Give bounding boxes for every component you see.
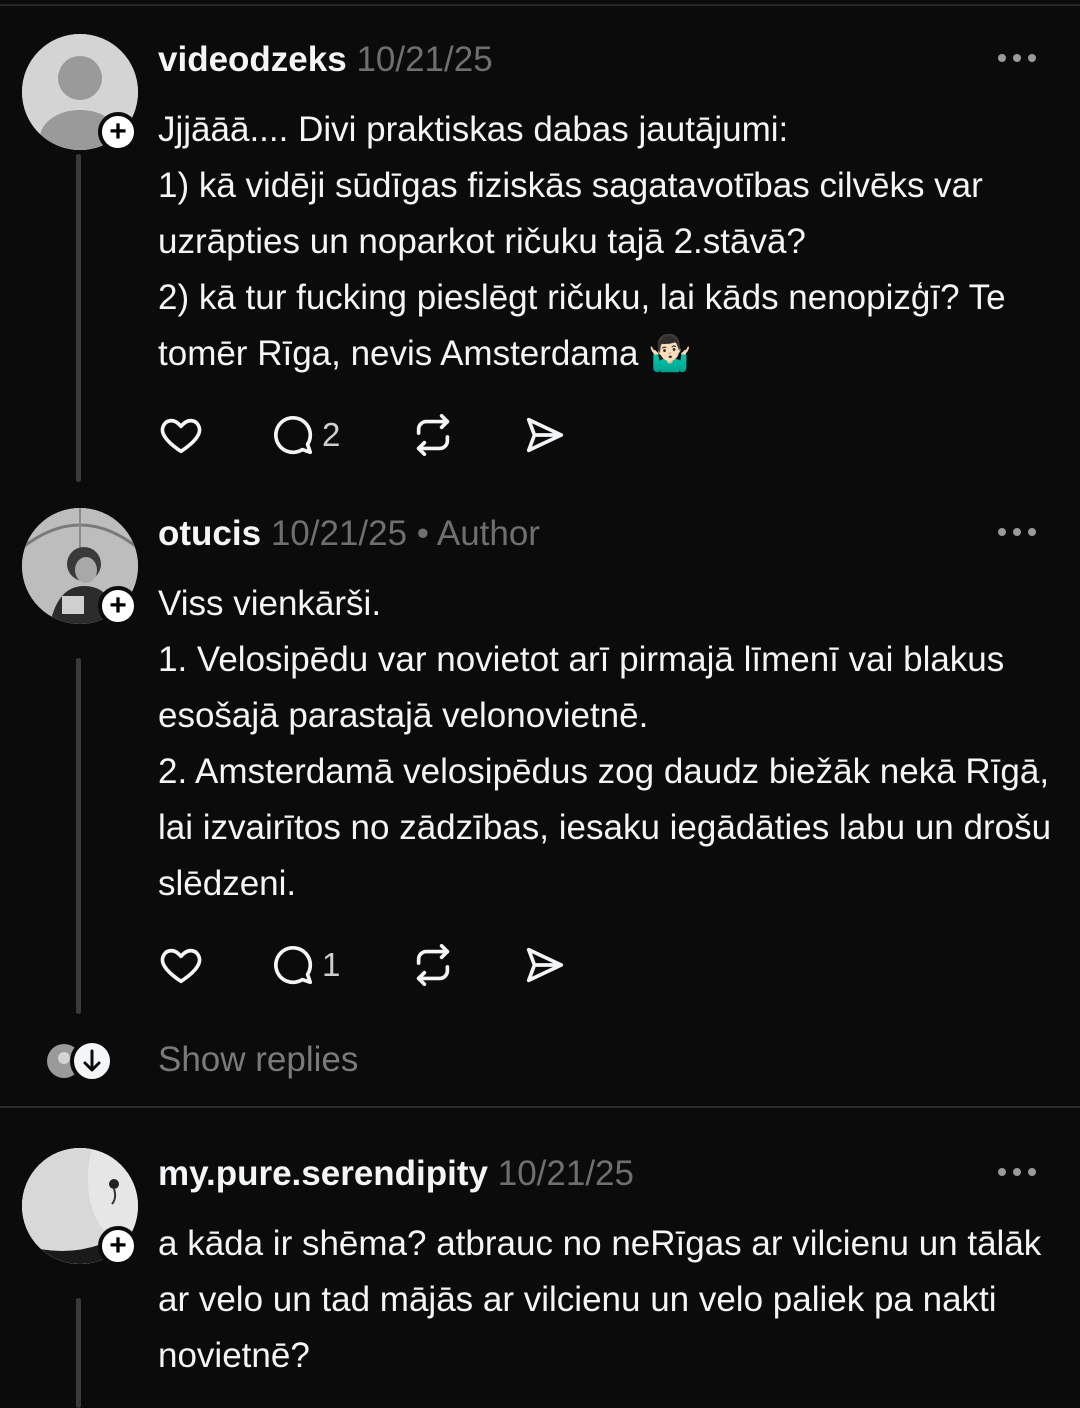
post-text: Viss vienkārši. 1. Velosipēdu var noviet… — [158, 584, 1052, 903]
avatar-3[interactable]: + — [22, 1148, 138, 1266]
share-button[interactable] — [522, 410, 568, 460]
post-date: 10/21/25 — [356, 40, 493, 79]
username[interactable]: my.pure.serendipity — [158, 1154, 488, 1193]
reply-count: 2 — [322, 416, 341, 453]
repost-button[interactable] — [410, 940, 456, 990]
follow-plus-icon[interactable]: + — [98, 586, 138, 626]
more-options-icon[interactable] — [996, 52, 1038, 64]
send-icon — [526, 417, 564, 453]
post-header: videodzeks 10/21/25 — [158, 38, 493, 82]
thread-line — [76, 1298, 81, 1408]
send-icon — [526, 947, 564, 983]
heart-icon — [160, 948, 202, 984]
replies-avatars-icon — [47, 1039, 114, 1083]
username[interactable]: otucis — [158, 514, 261, 553]
top-divider — [0, 4, 1080, 6]
author-tag: • Author — [416, 514, 540, 553]
post-text: Jjjāāā.... Divi praktiskas dabas jautāju… — [158, 110, 1006, 373]
thread-line — [76, 154, 81, 482]
comment-icon — [273, 415, 313, 455]
reply-count: 1 — [322, 946, 341, 983]
share-button[interactable] — [522, 940, 568, 990]
post-date: 10/21/25 — [270, 514, 408, 553]
post-text: a kāda ir shēma? atbrauc no neRīgas ar v… — [158, 1224, 1042, 1375]
like-button[interactable] — [158, 940, 204, 990]
post-date: 10/21/25 — [497, 1154, 634, 1193]
post-header: otucis 10/21/25 • Author — [158, 512, 540, 556]
post-header: my.pure.serendipity 10/21/25 — [158, 1152, 634, 1196]
more-options-icon[interactable] — [996, 526, 1038, 538]
repost-button[interactable] — [410, 410, 456, 460]
heart-icon — [160, 418, 202, 454]
show-replies-row[interactable]: Show replies — [44, 1036, 644, 1086]
thread-line — [76, 658, 81, 1014]
avatar-1[interactable]: + — [22, 34, 138, 152]
like-button[interactable] — [158, 410, 204, 460]
avatar-2[interactable]: + — [22, 508, 138, 626]
repost-icon — [416, 944, 450, 986]
follow-plus-icon[interactable]: + — [98, 112, 138, 152]
follow-plus-icon[interactable]: + — [98, 1226, 138, 1266]
reply-button[interactable]: 1 — [270, 940, 340, 990]
reply-button[interactable]: 2 — [270, 410, 340, 460]
username[interactable]: videodzeks — [158, 40, 347, 79]
comment-icon — [273, 945, 313, 985]
more-options-icon[interactable] — [996, 1166, 1038, 1178]
repost-icon — [416, 414, 450, 456]
post-divider — [0, 1106, 1080, 1108]
show-replies-label[interactable]: Show replies — [158, 1040, 358, 1080]
